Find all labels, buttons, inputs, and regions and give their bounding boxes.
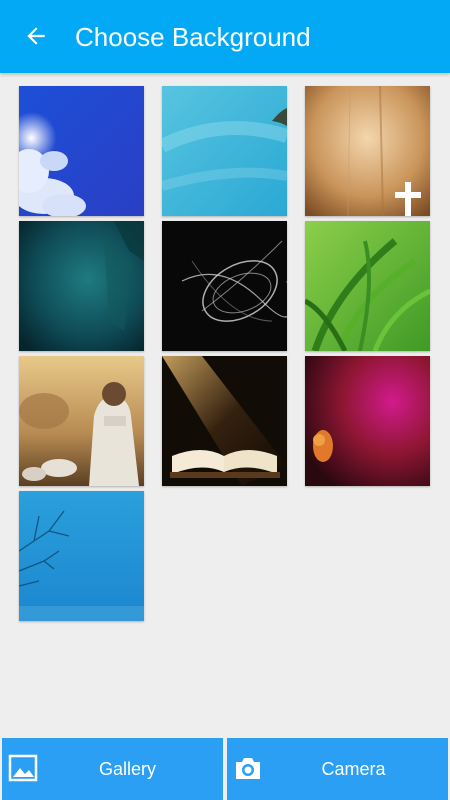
background-open-bible-light[interactable] (162, 356, 287, 486)
background-blue-tree[interactable] (19, 491, 144, 621)
camera-button[interactable]: Camera (227, 738, 448, 800)
background-shepherd-painting[interactable] (19, 356, 144, 486)
camera-label: Camera (321, 759, 386, 779)
background-turquoise-sky-bird[interactable] (162, 86, 287, 216)
bottom-bar: Gallery Camera (0, 738, 450, 800)
arrow-back-icon (27, 27, 45, 45)
background-green-grass[interactable] (305, 221, 430, 351)
background-black-light-swirls[interactable] (162, 221, 287, 351)
gallery-button[interactable]: Gallery (2, 738, 223, 800)
app-bar: Choose Background (0, 0, 450, 73)
gallery-label: Gallery (98, 759, 156, 779)
page-title: Choose Background (75, 22, 311, 52)
background-parchment-cross[interactable] (305, 86, 430, 216)
background-teal-texture[interactable] (19, 221, 144, 351)
background-blue-sky-clouds[interactable] (19, 86, 144, 216)
background-magenta-red-texture[interactable] (305, 356, 430, 486)
back-button[interactable] (18, 18, 54, 54)
